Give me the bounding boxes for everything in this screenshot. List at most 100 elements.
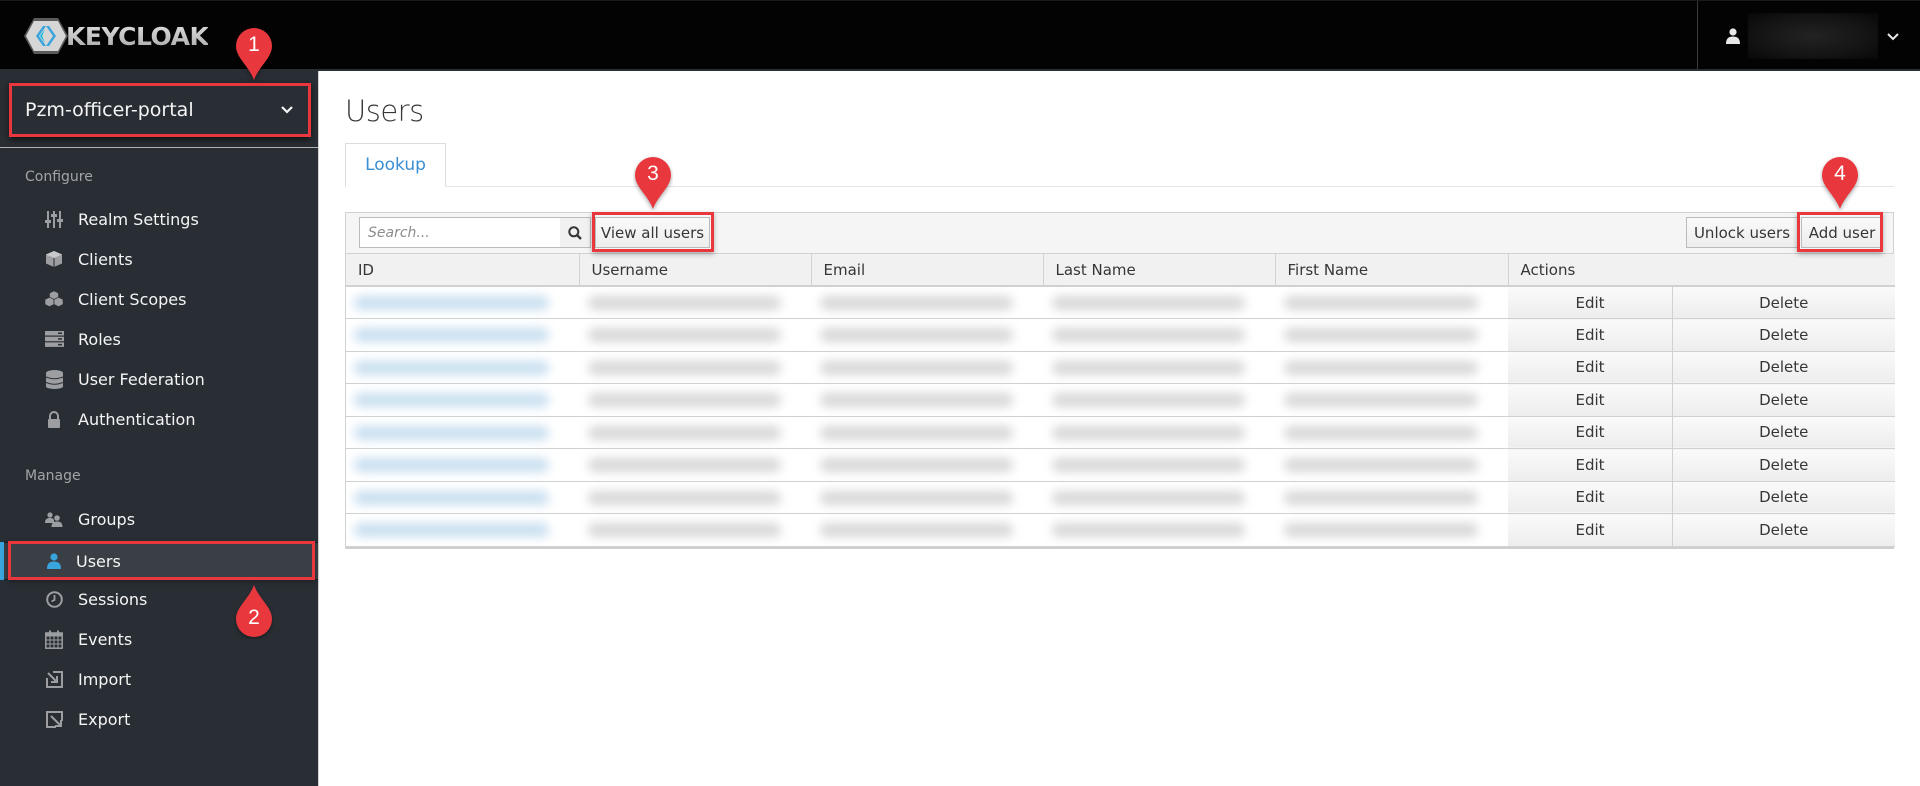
redacted-text	[1051, 296, 1245, 310]
page-title: Users	[345, 94, 424, 128]
user-icon	[44, 552, 64, 570]
sliders-icon	[44, 210, 64, 228]
cell-id-redacted[interactable]	[346, 383, 579, 417]
view-all-users-button[interactable]: View all users	[595, 217, 710, 248]
delete-button[interactable]: Delete	[1671, 513, 1896, 547]
delete-button[interactable]: Delete	[1671, 351, 1896, 384]
redacted-text	[587, 425, 781, 440]
nav-label: Export	[78, 709, 131, 729]
delete-button[interactable]: Delete	[1671, 416, 1896, 449]
cell-first-name-redacted	[1275, 286, 1508, 319]
realm-select[interactable]: Pzm-officer-portal	[10, 83, 310, 137]
users-icon	[44, 510, 64, 528]
edit-button[interactable]: Edit	[1507, 481, 1672, 514]
keycloak-admin-console: KEYCLOAK Pzm-officer-portal Configure Re…	[0, 0, 1920, 786]
keycloak-logo[interactable]: KEYCLOAK	[24, 18, 209, 54]
sidebar-item-client-scopes[interactable]: Client Scopes	[0, 280, 318, 318]
sidebar-item-import[interactable]: Import	[0, 660, 318, 698]
server-icon	[44, 330, 64, 348]
redacted-text	[354, 360, 549, 375]
cell-last-name-redacted	[1043, 286, 1275, 319]
cell-username-redacted	[579, 448, 811, 482]
sidebar-divider	[0, 147, 319, 148]
table-row: Edit Delete	[346, 481, 1896, 514]
users-table-panel: View all users Unlock users Add user ID …	[345, 212, 1896, 549]
unlock-users-button[interactable]: Unlock users	[1686, 217, 1798, 248]
search-input[interactable]	[359, 217, 561, 248]
edit-button[interactable]: Edit	[1507, 448, 1672, 482]
column-header-email[interactable]: Email	[811, 254, 1044, 287]
users-table: ID Username Email Last Name First Name A…	[346, 254, 1896, 547]
redacted-text	[1051, 458, 1245, 472]
tab-lookup[interactable]: Lookup	[345, 143, 446, 187]
nav-label: Users	[76, 551, 121, 571]
annotation-marker-3: 3	[633, 155, 673, 209]
cell-username-redacted	[579, 513, 811, 547]
sidebar-item-users[interactable]: Users	[0, 542, 318, 580]
delete-button[interactable]: Delete	[1671, 481, 1896, 514]
cell-email-redacted	[811, 481, 1043, 514]
redacted-text	[1051, 328, 1245, 342]
edit-button[interactable]: Edit	[1507, 318, 1672, 352]
cell-last-name-redacted	[1043, 383, 1275, 417]
redacted-text	[587, 360, 781, 375]
sidebar-item-authentication[interactable]: Authentication	[0, 400, 318, 438]
cell-id-redacted[interactable]	[346, 481, 579, 514]
top-navbar: KEYCLOAK	[0, 0, 1920, 71]
delete-button[interactable]: Delete	[1671, 318, 1896, 352]
sidebar-item-roles[interactable]: Roles	[0, 320, 318, 358]
add-user-button[interactable]: Add user	[1801, 217, 1883, 248]
cell-username-redacted	[579, 351, 811, 384]
cell-id-redacted[interactable]	[346, 286, 579, 319]
user-menu[interactable]	[1697, 1, 1920, 70]
cell-first-name-redacted	[1275, 416, 1508, 449]
edit-button[interactable]: Edit	[1507, 383, 1672, 417]
delete-button[interactable]: Delete	[1671, 383, 1896, 417]
redacted-text	[587, 458, 781, 472]
column-header-first-name[interactable]: First Name	[1275, 254, 1509, 287]
cell-last-name-redacted	[1043, 481, 1275, 514]
redacted-text	[819, 425, 1013, 440]
cell-id-redacted[interactable]	[346, 513, 579, 547]
edit-button[interactable]: Edit	[1507, 416, 1672, 449]
redacted-text	[587, 393, 781, 407]
cell-last-name-redacted	[1043, 448, 1275, 482]
cell-username-redacted	[579, 416, 811, 449]
redacted-text	[1051, 523, 1245, 537]
redacted-text	[1283, 393, 1478, 407]
redacted-text	[1283, 490, 1478, 505]
cell-first-name-redacted	[1275, 383, 1508, 417]
cell-id-redacted[interactable]	[346, 351, 579, 384]
column-header-last-name[interactable]: Last Name	[1043, 254, 1276, 287]
sidebar-item-export[interactable]: Export	[0, 700, 318, 738]
cell-username-redacted	[579, 318, 811, 352]
edit-button[interactable]: Edit	[1507, 286, 1672, 319]
cell-id-redacted[interactable]	[346, 318, 579, 352]
edit-button[interactable]: Edit	[1507, 351, 1672, 384]
redacted-text	[354, 490, 549, 505]
table-row: Edit Delete	[346, 513, 1896, 547]
search-button[interactable]	[560, 217, 591, 248]
delete-button[interactable]: Delete	[1671, 286, 1896, 319]
column-header-id[interactable]: ID	[346, 254, 580, 287]
cell-id-redacted[interactable]	[346, 448, 579, 482]
sidebar-item-clients[interactable]: Clients	[0, 240, 318, 278]
delete-button[interactable]: Delete	[1671, 448, 1896, 482]
realm-name: Pzm-officer-portal	[25, 99, 194, 121]
edit-button[interactable]: Edit	[1507, 513, 1672, 547]
column-header-username[interactable]: Username	[579, 254, 812, 287]
annotation-number: 3	[647, 162, 659, 185]
sidebar-item-user-federation[interactable]: User Federation	[0, 360, 318, 398]
tab-label: Lookup	[365, 155, 426, 175]
cell-id-redacted[interactable]	[346, 416, 579, 449]
section-label-configure: Configure	[25, 169, 93, 185]
clock-icon	[44, 590, 64, 608]
redacted-text	[819, 523, 1013, 537]
annotation-marker-1: 1	[234, 26, 274, 80]
cell-last-name-redacted	[1043, 318, 1275, 352]
user-name-redacted	[1748, 12, 1878, 59]
redacted-text	[354, 393, 549, 407]
sidebar-item-groups[interactable]: Groups	[0, 500, 318, 538]
user-icon	[1726, 27, 1740, 44]
sidebar-item-realm-settings[interactable]: Realm Settings	[0, 200, 318, 238]
